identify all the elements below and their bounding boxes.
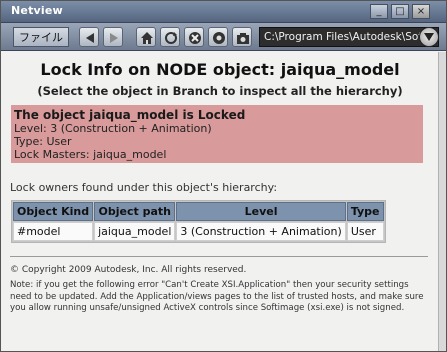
cell-level: 3 (Construction + Animation) xyxy=(176,222,346,241)
lock-owners-label: Lock owners found under this object's hi… xyxy=(10,181,278,194)
scrollbar[interactable] xyxy=(438,52,446,351)
column-header-type: Type xyxy=(346,202,384,221)
maximize-button[interactable]: □ xyxy=(391,4,409,19)
cell-object-kind: #model xyxy=(13,222,94,241)
toolbar: ファイル(F) xyxy=(1,23,446,64)
camera-button[interactable] xyxy=(232,27,252,47)
netview-window: Netview _ □ × ファイル(F) xyxy=(0,0,447,352)
address-dropdown-button[interactable] xyxy=(419,27,439,47)
stop-button[interactable] xyxy=(184,27,204,47)
lock-type: Type: User xyxy=(14,135,72,148)
file-menu[interactable]: ファイル(F) xyxy=(13,27,69,64)
lock-status-box: The object jaiqua_model is Locked Level:… xyxy=(11,105,423,163)
column-header-object-path: Object path xyxy=(94,202,176,221)
home-button[interactable] xyxy=(136,27,156,47)
close-button[interactable]: × xyxy=(412,4,430,19)
cell-object-path: jaiqua_model xyxy=(94,222,176,241)
page-subtitle: (Select the object in Branch to inspect … xyxy=(37,84,403,98)
security-note: Note: if you get the following error "Ca… xyxy=(10,280,424,313)
page-title: Lock Info on NODE object: jaiqua_model xyxy=(40,60,400,79)
table-row: #model jaiqua_model 3 (Construction + An… xyxy=(13,222,384,241)
forward-button[interactable] xyxy=(103,27,123,47)
title-bar[interactable]: Netview _ □ × xyxy=(1,1,446,23)
minimize-button[interactable]: _ xyxy=(370,4,388,19)
column-header-level: Level xyxy=(176,202,346,221)
lock-level: Level: 3 (Construction + Animation) xyxy=(14,122,212,135)
divider xyxy=(10,256,428,257)
lock-masters: Lock Masters: jaiqua_model xyxy=(14,148,167,161)
address-field[interactable]: C:\Program Files\Autodesk\Soft xyxy=(259,27,439,47)
settings-button[interactable] xyxy=(208,27,228,47)
column-header-object-kind: Object Kind xyxy=(13,202,94,221)
refresh-button[interactable] xyxy=(160,27,180,47)
back-button[interactable] xyxy=(79,27,99,47)
window-title: Netview xyxy=(11,4,63,17)
cell-type: User xyxy=(346,222,384,241)
lock-owners-table: Object Kind Object path Level Type #mode… xyxy=(11,200,386,243)
lock-status-title: The object jaiqua_model is Locked xyxy=(14,108,246,122)
table-header-row: Object Kind Object path Level Type xyxy=(13,202,384,221)
content-area[interactable]: Lock Info on NODE object: jaiqua_model (… xyxy=(2,52,438,351)
copyright-text: © Copyright 2009 Autodesk, Inc. All righ… xyxy=(10,265,247,275)
